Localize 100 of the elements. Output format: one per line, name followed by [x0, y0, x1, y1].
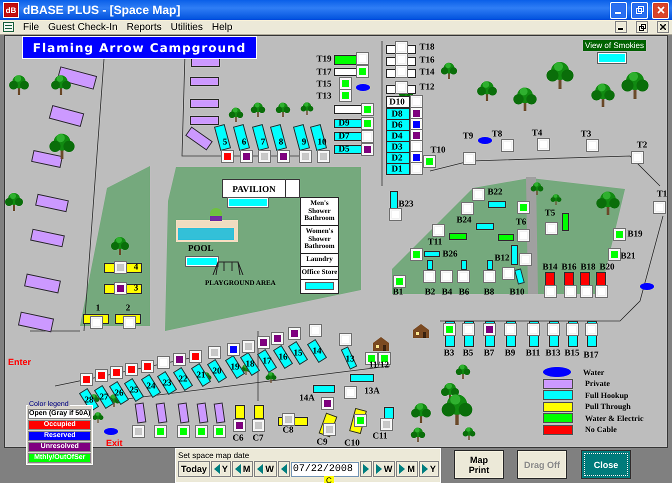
campsite-slot[interactable] — [461, 260, 467, 270]
campsite-slot[interactable] — [386, 108, 410, 120]
site-number: B20 — [600, 262, 614, 272]
campsite-slot[interactable] — [140, 374, 162, 398]
site-status-indicator[interactable] — [228, 344, 239, 355]
site-number: B8 — [484, 288, 494, 296]
site-status-indicator[interactable] — [411, 108, 422, 119]
site-number: 25 — [130, 386, 138, 394]
today-button[interactable]: Today — [178, 461, 210, 477]
campsite-slot[interactable] — [476, 223, 494, 230]
action-button[interactable]: Close — [581, 450, 631, 479]
site-status-indicator[interactable] — [278, 151, 289, 162]
site-status-indicator[interactable] — [362, 144, 373, 155]
site-number: 11/12 — [369, 360, 389, 370]
close-icon — [660, 24, 666, 30]
campsite-slot[interactable] — [511, 245, 518, 265]
campsite-slot[interactable] — [386, 163, 410, 175]
campsite-slot[interactable] — [206, 359, 228, 383]
site-number: 15 — [294, 348, 302, 358]
campsite-slot[interactable] — [386, 96, 410, 108]
menu-item[interactable]: Reports — [126, 22, 162, 32]
campsite-slot[interactable] — [424, 251, 440, 257]
campsite-slot[interactable] — [196, 402, 208, 424]
campsite-slot[interactable] — [334, 105, 362, 114]
site-status-indicator[interactable] — [411, 119, 422, 130]
campsite-slot[interactable] — [334, 55, 357, 65]
campsite-slot[interactable] — [334, 119, 362, 128]
campsite-slot[interactable] — [562, 213, 569, 231]
campsite-slot[interactable] — [386, 141, 410, 153]
step-forward-button[interactable]: W — [372, 461, 396, 477]
campsite-slot[interactable] — [488, 201, 506, 208]
campsite-slot[interactable] — [390, 191, 398, 209]
menu-item[interactable]: Guest Check-In — [48, 22, 118, 32]
site-number: 7 — [260, 138, 266, 146]
campsite-slot[interactable] — [498, 234, 514, 241]
tree-icon — [545, 59, 575, 89]
tree-icon — [530, 181, 544, 195]
previous-day-button[interactable] — [278, 461, 290, 477]
site-status-indicator[interactable] — [115, 283, 126, 294]
campsite-slot[interactable] — [386, 152, 410, 164]
campsite-slot[interactable] — [235, 405, 245, 419]
campsite-slot[interactable] — [487, 260, 493, 270]
menu-item[interactable]: File — [23, 22, 40, 32]
menu-item[interactable]: Help — [212, 22, 232, 32]
site-status-indicator[interactable] — [411, 152, 422, 163]
campsite-slot[interactable] — [134, 402, 146, 424]
campsite-slot[interactable] — [386, 119, 410, 131]
campsite-slot[interactable] — [334, 132, 362, 141]
campsite-slot[interactable] — [427, 260, 433, 270]
close-button[interactable] — [657, 21, 669, 33]
site-status-indicator[interactable] — [289, 328, 300, 339]
restore-button[interactable] — [636, 21, 648, 33]
site-status-indicator[interactable] — [234, 420, 245, 431]
campsite-slot[interactable] — [334, 145, 362, 154]
campsite-slot[interactable] — [272, 345, 294, 369]
campsite-slot[interactable] — [214, 124, 232, 151]
campsite-slot[interactable] — [214, 402, 226, 424]
office-indicator[interactable] — [305, 282, 334, 290]
campsite-slot[interactable] — [384, 407, 394, 419]
site-number: D6 — [392, 120, 402, 130]
site-status-indicator[interactable] — [484, 324, 495, 335]
view-link[interactable]: View of Smokies — [583, 40, 646, 51]
campsite-slot[interactable] — [292, 124, 310, 151]
step-back-button[interactable]: M — [232, 461, 254, 477]
site-status-indicator[interactable] — [258, 337, 269, 348]
next-day-button[interactable] — [360, 461, 372, 477]
campsite-slot[interactable] — [178, 402, 190, 424]
step-back-button[interactable]: Y — [210, 461, 231, 477]
campsite-slot[interactable] — [386, 130, 410, 142]
menu-item[interactable]: Utilities — [170, 22, 203, 32]
campsite-slot[interactable] — [254, 405, 264, 419]
site-number: T5 — [544, 208, 556, 218]
step-forward-button[interactable]: Y — [418, 461, 439, 477]
campsite-slot[interactable] — [350, 374, 374, 382]
site-status-indicator[interactable] — [322, 398, 333, 409]
campsite-slot[interactable] — [313, 385, 335, 393]
campsite-slot[interactable] — [288, 341, 308, 365]
site-status-indicator[interactable] — [241, 151, 252, 162]
campsite-slot[interactable] — [256, 349, 278, 373]
site-status-indicator[interactable] — [411, 130, 422, 141]
site-status-indicator[interactable] — [272, 333, 283, 344]
step-forward-button[interactable]: M — [396, 461, 418, 477]
campsite-slot[interactable] — [172, 367, 194, 391]
campsite-slot[interactable] — [124, 378, 144, 402]
site-number: 26 — [114, 388, 124, 398]
date-field[interactable]: 07/22/2008 — [290, 462, 359, 476]
step-back-button[interactable]: W — [254, 461, 277, 477]
site-status-indicator[interactable] — [174, 354, 185, 365]
campsite-slot[interactable] — [449, 233, 467, 240]
campsite-slot[interactable] — [156, 371, 178, 395]
campsite-slot[interactable] — [232, 124, 250, 151]
campsite-slot[interactable] — [334, 68, 357, 76]
campsite-slot[interactable] — [252, 124, 270, 151]
campsite-slot[interactable] — [156, 402, 168, 424]
minimize-button[interactable] — [615, 21, 627, 33]
date-flag: C — [324, 476, 334, 483]
campsite-slot[interactable] — [190, 363, 212, 387]
campsite-slot[interactable] — [270, 124, 288, 151]
tree-icon — [410, 401, 432, 423]
action-button[interactable]: Map Print — [454, 450, 504, 479]
